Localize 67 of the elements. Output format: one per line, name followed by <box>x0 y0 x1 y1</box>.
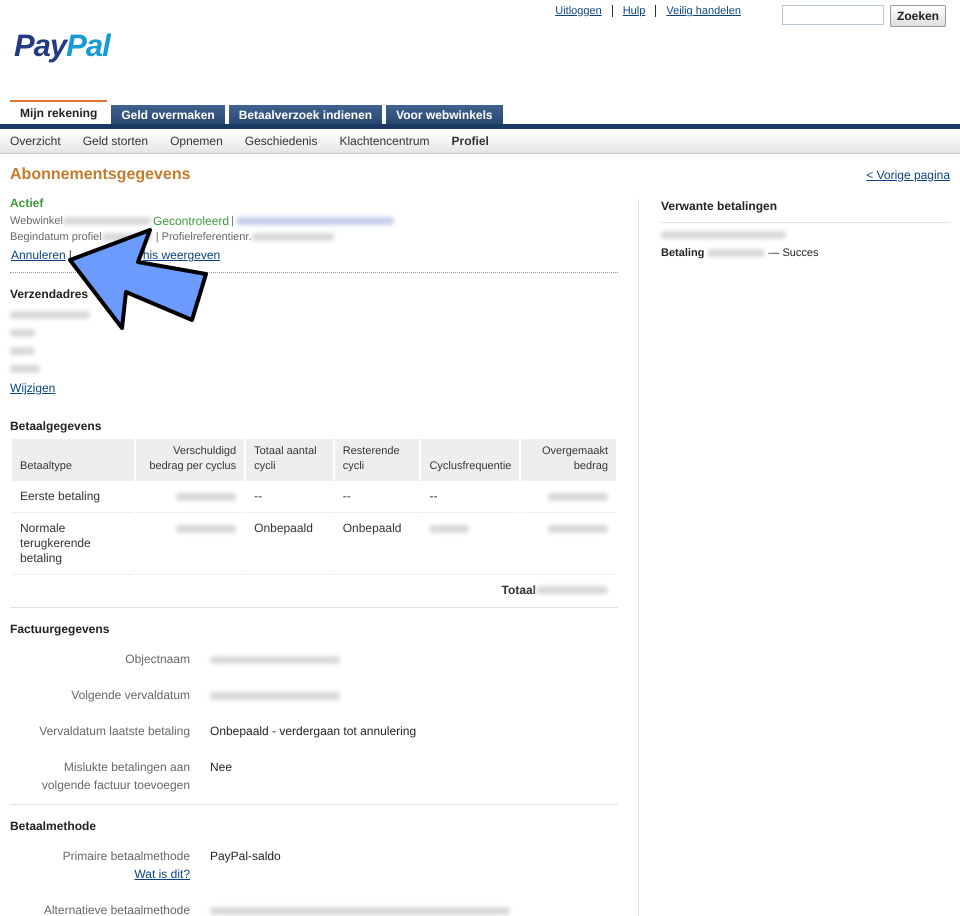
header-link[interactable]: Veilig handelen <box>655 5 751 17</box>
search-button[interactable]: Zoeken <box>890 5 946 27</box>
blurred-detail <box>548 492 608 501</box>
history-link[interactable]: his weergeven <box>142 248 220 262</box>
subnav-link[interactable]: Geld storten <box>82 134 148 148</box>
blurred-detail <box>10 329 35 337</box>
profile-ref-label: | Profielreferentienr. <box>156 231 252 243</box>
section-heading: Betaalgegevens <box>10 419 102 433</box>
paypal-logo: PayPal <box>14 28 110 64</box>
section-heading: Betaalmethode <box>10 819 98 833</box>
merchant-label: Webwinkel <box>10 215 63 227</box>
page-title: Abonnementsgegevens <box>10 166 192 184</box>
nav-tab[interactable]: Betaalverzoek indienen <box>228 105 382 124</box>
blurred-detail <box>176 524 236 533</box>
column-header: Overgemaakt bedrag <box>521 439 616 481</box>
field-label: Volgende vervaldatum <box>71 687 190 704</box>
section-heading: Verzendadres <box>10 287 90 301</box>
back-link[interactable]: < Vorige pagina <box>866 168 950 182</box>
profile-date-label: Begindatum profiel <box>10 231 102 243</box>
field-label: Vervaldatum laatste betaling <box>39 723 190 740</box>
verified-text: Gecontroleerd <box>153 214 230 228</box>
subnav-link[interactable]: Profiel <box>452 134 489 148</box>
table-cell: Normale terugkerende betaling <box>12 513 134 575</box>
table-cell: Eerste betaling <box>12 481 134 513</box>
table-cell: Onbepaald <box>334 513 420 575</box>
field-label: Mislukte betalingen aan volgende factuur toevoegen <box>40 759 190 794</box>
search-field[interactable] <box>782 5 884 25</box>
column-header: Resterende cycli <box>334 439 420 481</box>
payment-status: — Succes <box>768 247 819 259</box>
cancel-link[interactable]: Annuleren <box>11 248 66 262</box>
blurred-detail <box>548 524 608 533</box>
subnav-link[interactable]: Opnemen <box>170 134 223 148</box>
blurred-detail <box>10 365 40 373</box>
table-cell: -- <box>246 481 333 513</box>
table-cell: -- <box>421 481 520 513</box>
blurred-detail <box>707 249 766 257</box>
field-label: Objectnaam <box>125 651 190 668</box>
section-heading: Verwante betalingen <box>661 199 950 223</box>
blurred-detail <box>536 586 608 594</box>
column-header: Betaaltype <box>12 439 134 481</box>
subnav-link[interactable]: Klachtencentrum <box>339 134 430 148</box>
table-cell: -- <box>334 481 420 513</box>
column-header: Cyclusfrequentie <box>421 439 520 481</box>
section-heading: Factuurgegevens <box>10 622 110 636</box>
subnav-link[interactable]: Overzicht <box>10 134 61 148</box>
table-cell: Onbepaald <box>246 513 333 575</box>
help-link[interactable]: Wat is dit? <box>134 865 190 883</box>
column-header: Verschuldigd bedrag per cyclus <box>136 439 244 481</box>
status-text: Actief <box>10 196 44 210</box>
header-link[interactable]: Hulp <box>612 5 656 17</box>
separator: | <box>231 215 234 227</box>
field-value: Nee <box>210 759 234 776</box>
blurred-detail <box>10 347 35 355</box>
edit-link[interactable]: Wijzigen <box>10 381 56 395</box>
field-value: Onbepaald - verdergaan tot annulering <box>210 723 418 740</box>
field-label: Alternatieve betaalmethode <box>44 902 190 916</box>
header-link[interactable]: Uitloggen <box>545 5 612 17</box>
subnav-link[interactable]: Geschiedenis <box>244 134 318 148</box>
nav-tab[interactable]: Geld overmaken <box>111 105 225 124</box>
blurred-detail <box>429 524 470 533</box>
column-header: Totaal aantal cycli <box>246 439 333 481</box>
payment-label: Betaling <box>661 247 704 259</box>
total-label: Totaal <box>502 583 536 597</box>
field-label: Primaire betaalmethode <box>62 848 190 865</box>
blurred-detail <box>176 492 236 501</box>
nav-tab[interactable]: Voor webwinkels <box>386 105 503 124</box>
field-value: PayPal-saldo <box>210 848 282 865</box>
